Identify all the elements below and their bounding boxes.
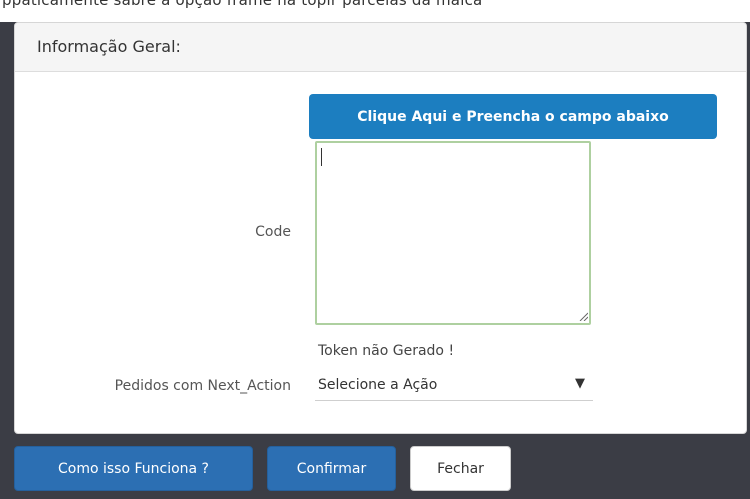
code-textarea[interactable] [315,141,591,325]
action-select[interactable]: Selecione a Ação ▼ [315,373,593,401]
partial-top-text-strip: ppaticamente sabre a opção frame na topi… [0,0,750,22]
dropdown-caret-icon: ▼ [575,376,585,391]
panel-title: Informação Geral: [37,37,181,56]
general-info-panel: Informação Geral: Clique Aqui e Preencha… [14,22,747,434]
generate-code-button[interactable]: Clique Aqui e Preencha o campo abaixo [309,94,717,139]
next-action-label: Pedidos com Next_Action [114,378,291,394]
resize-grip-icon[interactable] [578,311,588,321]
action-select-value: Selecione a Ação [318,377,438,393]
code-label: Code [255,224,291,240]
close-button[interactable]: Fechar [410,446,511,491]
partial-top-text: ppaticamente sabre a opção frame na topi… [2,0,483,9]
panel-header: Informação Geral: [15,23,746,72]
confirm-button[interactable]: Confirmar [267,446,396,491]
how-it-works-button[interactable]: Como isso Funciona ? [14,446,253,491]
text-cursor [321,148,322,166]
token-status-text: Token não Gerado ! [318,343,455,359]
